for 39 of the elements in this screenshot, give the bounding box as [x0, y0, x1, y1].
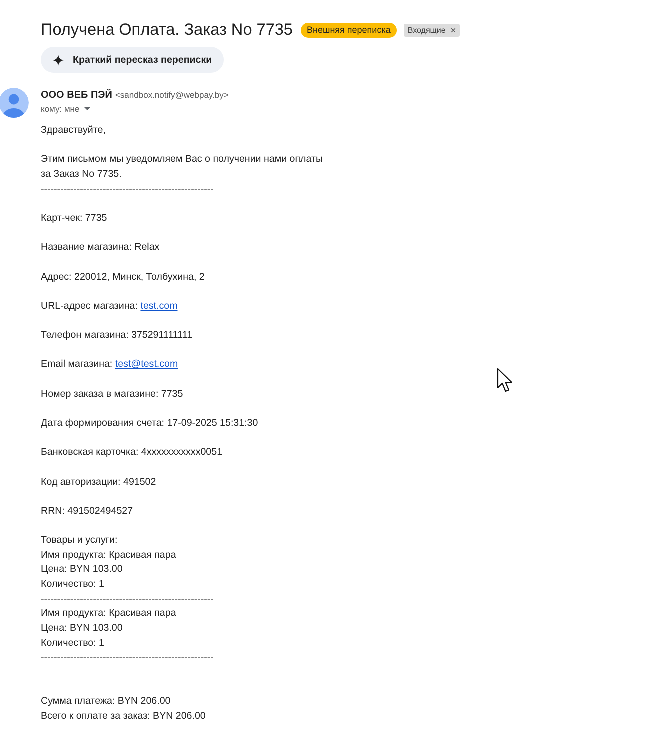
body-text: RRN: 491502494527 — [41, 504, 134, 519]
dashed-separator-text: ----------------------------------------------------- — [41, 651, 214, 666]
body-text: Email магазина: — [41, 359, 113, 370]
label-tag[interactable]: Внешняя переписка — [301, 22, 397, 38]
mouse-pointer-icon — [497, 368, 514, 394]
body-text: Имя продукта: Красивая пара — [41, 607, 176, 622]
dashed-separator-text: ----------------------------------------------------- — [41, 182, 214, 197]
body-text: Телефон магазина: 375291111111 — [41, 329, 193, 344]
body-text: Количество: 1 — [41, 636, 105, 651]
summary-button[interactable]: Краткий пересказ переписки — [41, 47, 224, 73]
dashed-separator-text: ----------------------------------------------------- — [41, 592, 214, 607]
body-text: URL-адрес магазина: — [41, 300, 138, 312]
body-text: Карт-чек: 7735 — [41, 212, 108, 226]
body-text: Здравствуйте, — [41, 124, 106, 138]
sparkle-icon — [53, 54, 64, 66]
link[interactable]: test.com — [140, 300, 178, 312]
body-text: Этим письмом мы уведомляем Вас о получении нами оплаты за Заказ No 7735. — [41, 153, 324, 182]
caret-icon — [84, 107, 91, 111]
body-text: Название магазина: Relax — [41, 241, 160, 256]
body-text: Цена: BYN 103.00 — [41, 622, 123, 636]
sender-name: ООО ВЕБ ПЭЙ — [41, 90, 112, 101]
body-text: Номер заказа в магазине: 7735 — [41, 388, 184, 402]
body-text: Количество: 1 — [41, 578, 105, 592]
email-subject: Получена Оплата. Заказ No 7735 — [41, 20, 293, 40]
body-text: Сумма платежа: BYN 206.00 — [41, 695, 171, 710]
body-text: Код авторизации: 491502 — [41, 476, 156, 490]
body-text: Товары и услуги: — [41, 534, 118, 548]
body-text: Адрес: 220012, Минск, Толбухина, 2 — [41, 270, 205, 284]
body-text: Дата формирования счета: 17-09-2025 15:31:30 — [41, 416, 258, 431]
body-text: Цена: BYN 103.00 — [41, 563, 123, 578]
user-avatar-icon — [0, 88, 29, 118]
link[interactable]: test@test.com — [115, 359, 178, 370]
recipient-dropdown[interactable]: кому: мне — [41, 104, 91, 114]
sender-email: <sandbox.notify@webpay.by> — [115, 90, 229, 100]
close-icon[interactable] — [450, 28, 456, 32]
label-tag[interactable]: Входящие — [404, 24, 460, 36]
body-text: Всего к оплате за заказ: BYN 206.00 — [41, 710, 206, 724]
body-text: Банковская карточка: 4xxxxxxxxxxx0051 — [41, 446, 223, 460]
body-text: Имя продукта: Красивая пара — [41, 548, 176, 563]
